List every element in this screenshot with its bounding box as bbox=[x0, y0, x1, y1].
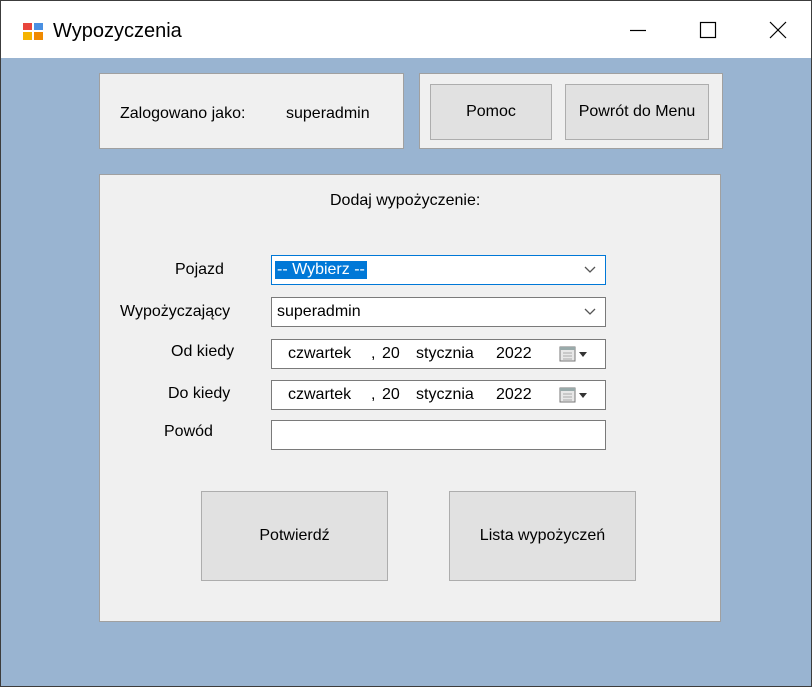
calendar-icon[interactable] bbox=[559, 386, 591, 404]
to-date-label: Do kiedy bbox=[168, 385, 231, 402]
app-window-icon bbox=[23, 23, 43, 40]
from-date-picker[interactable]: czwartek , 20 stycznia 2022 bbox=[271, 339, 606, 369]
from-date-label: Od kiedy bbox=[171, 343, 235, 360]
title-bar: Wypozyczenia bbox=[1, 1, 811, 58]
minimize-button[interactable] bbox=[605, 1, 671, 58]
close-icon bbox=[769, 21, 787, 38]
to-date-weekday: czwartek bbox=[288, 386, 352, 403]
to-date-month: stycznia bbox=[416, 386, 474, 403]
reason-input[interactable] bbox=[271, 420, 606, 450]
rental-list-button[interactable]: Lista wypożyczeń bbox=[449, 491, 636, 581]
close-button[interactable] bbox=[745, 1, 811, 58]
borrower-select-value: superadmin bbox=[277, 303, 361, 320]
login-panel: Zalogowano jako: superadmin bbox=[99, 73, 404, 149]
from-date-month: stycznia bbox=[416, 345, 474, 362]
maximize-icon bbox=[699, 21, 717, 38]
chevron-down-icon bbox=[584, 266, 596, 273]
borrower-label: Wypożyczający bbox=[120, 303, 231, 320]
help-button[interactable]: Pomoc bbox=[430, 84, 552, 140]
from-date-weekday: czwartek bbox=[288, 345, 352, 362]
to-date-separator: , bbox=[371, 386, 376, 403]
minimize-icon bbox=[630, 29, 646, 31]
calendar-icon[interactable] bbox=[559, 345, 591, 363]
to-date-day: 20 bbox=[382, 386, 400, 403]
from-date-year: 2022 bbox=[496, 345, 532, 362]
logged-in-label: Zalogowano jako: bbox=[120, 105, 246, 122]
confirm-button[interactable]: Potwierdź bbox=[201, 491, 388, 581]
back-to-menu-button[interactable]: Powrót do Menu bbox=[565, 84, 709, 140]
add-rental-panel: Dodaj wypożyczenie: Pojazd -- Wybierz --… bbox=[99, 174, 721, 622]
main-window: Wypozyczenia Zalogowano jako: superadmin… bbox=[0, 0, 812, 687]
vehicle-select-value: -- Wybierz -- bbox=[275, 261, 367, 279]
maximize-button[interactable] bbox=[675, 1, 741, 58]
vehicle-label: Pojazd bbox=[175, 261, 224, 278]
to-date-picker[interactable]: czwartek , 20 stycznia 2022 bbox=[271, 380, 606, 410]
from-date-day: 20 bbox=[382, 345, 400, 362]
username-label: superadmin bbox=[286, 105, 370, 122]
borrower-select[interactable]: superadmin bbox=[271, 297, 606, 327]
navigation-panel: Pomoc Powrót do Menu bbox=[419, 73, 723, 149]
from-date-separator: , bbox=[371, 345, 376, 362]
form-heading: Dodaj wypożyczenie: bbox=[330, 192, 481, 209]
to-date-year: 2022 bbox=[496, 386, 532, 403]
reason-label: Powód bbox=[164, 423, 213, 440]
window-title: Wypozyczenia bbox=[53, 20, 182, 42]
vehicle-select[interactable]: -- Wybierz -- bbox=[271, 255, 606, 285]
chevron-down-icon bbox=[584, 308, 596, 315]
